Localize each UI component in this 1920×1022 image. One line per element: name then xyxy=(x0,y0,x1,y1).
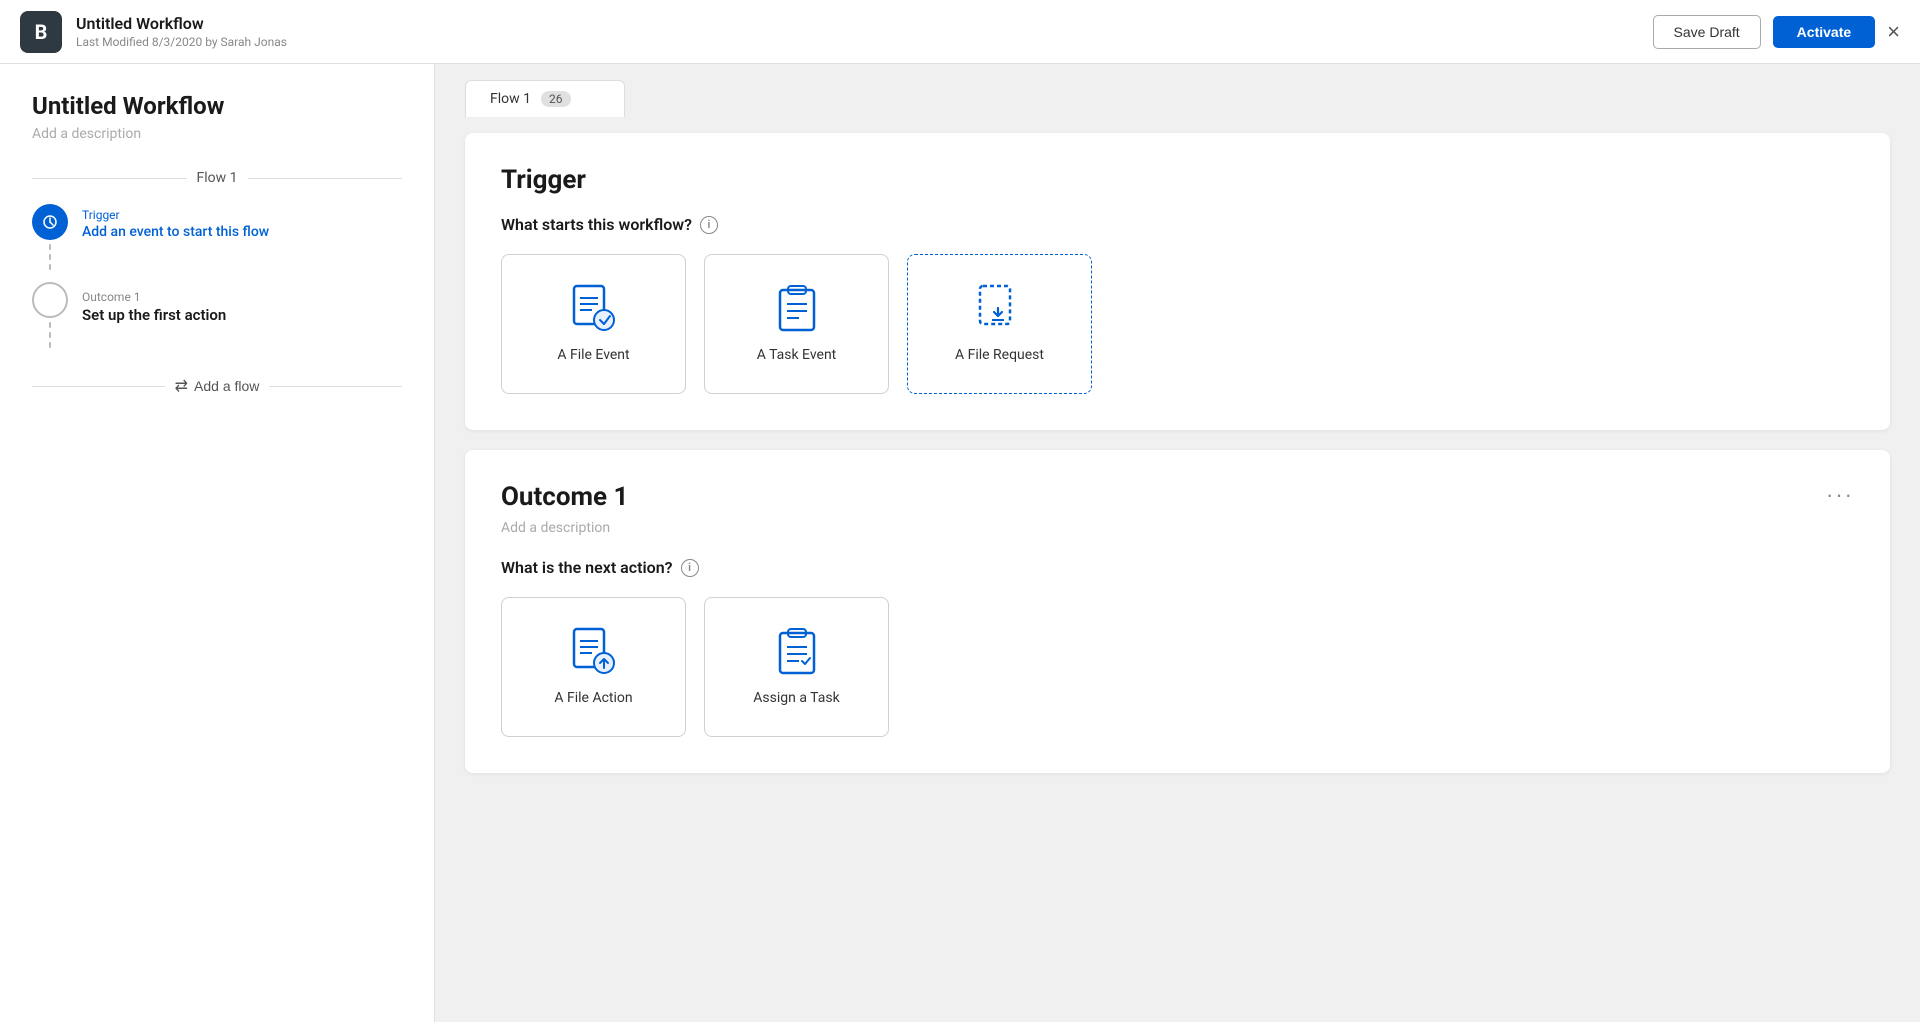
file-request-option[interactable]: A File Request xyxy=(907,254,1092,394)
file-action-label: A File Action xyxy=(554,690,632,706)
outcome-info-icon[interactable]: i xyxy=(681,559,699,577)
trigger-options: A File Event xyxy=(501,254,1854,394)
main-body: Untitled Workflow Add a description Flow… xyxy=(0,64,1920,1022)
trigger-dashes xyxy=(49,244,51,270)
file-event-label: A File Event xyxy=(557,347,629,363)
flow-divider: Flow 1 xyxy=(32,170,402,186)
cards-area: Trigger What starts this workflow? i xyxy=(435,133,1920,803)
sidebar-workflow-title: Untitled Workflow xyxy=(32,92,402,120)
task-event-icon xyxy=(772,285,822,335)
tab-bar: Flow 1 26 xyxy=(435,64,1920,117)
task-event-option[interactable]: A Task Event xyxy=(704,254,889,394)
file-request-icon xyxy=(975,285,1025,335)
trigger-action-text[interactable]: Add an event to start this flow xyxy=(82,224,269,240)
flow-items: Trigger Add an event to start this flow … xyxy=(32,204,402,352)
assign-task-label: Assign a Task xyxy=(753,690,839,706)
outcome-item: Outcome 1 Set up the first action xyxy=(32,282,402,352)
tab-badge: 26 xyxy=(541,91,571,107)
add-flow-row: ⇄ Add a flow xyxy=(32,376,402,396)
task-event-label: A Task Event xyxy=(757,347,837,363)
add-flow-line-right xyxy=(269,386,402,387)
trigger-circle xyxy=(32,204,68,240)
file-request-label: A File Request xyxy=(955,347,1044,363)
outcome-dashes xyxy=(49,322,51,348)
app-icon: B xyxy=(20,11,62,53)
outcome-label: Outcome 1 xyxy=(82,290,226,304)
flow-divider-line-left xyxy=(32,178,187,179)
add-flow-button[interactable]: ⇄ Add a flow xyxy=(175,376,260,396)
header-left: B Untitled Workflow Last Modified 8/3/20… xyxy=(20,11,287,53)
outcome-card-desc[interactable]: Add a description xyxy=(501,520,1854,536)
outcome-content: Outcome 1 Set up the first action xyxy=(82,282,226,324)
sidebar: Untitled Workflow Add a description Flow… xyxy=(0,64,435,1022)
outcome-circle xyxy=(32,282,68,318)
outcome-action-text[interactable]: Set up the first action xyxy=(82,306,226,324)
outcome-question: What is the next action? i xyxy=(501,558,1854,577)
top-header: B Untitled Workflow Last Modified 8/3/20… xyxy=(0,0,1920,64)
flow-tab[interactable]: Flow 1 26 xyxy=(465,80,625,117)
trigger-question-text: What starts this workflow? xyxy=(501,215,692,234)
outcome-card: Outcome 1 ··· Add a description What is … xyxy=(465,450,1890,773)
tab-flow-name: Flow 1 xyxy=(490,91,531,107)
activate-button[interactable]: Activate xyxy=(1773,16,1875,48)
trigger-info-icon[interactable]: i xyxy=(700,216,718,234)
outcome-dots-menu[interactable]: ··· xyxy=(1826,482,1854,508)
sidebar-add-description[interactable]: Add a description xyxy=(32,126,402,142)
outcome-question-text: What is the next action? xyxy=(501,558,673,577)
add-flow-label: Add a flow xyxy=(194,378,259,394)
main-content: Flow 1 26 Trigger What starts this workf… xyxy=(435,64,1920,1022)
trigger-indicator-col xyxy=(32,204,68,274)
trigger-label: Trigger xyxy=(82,208,269,222)
save-draft-button[interactable]: Save Draft xyxy=(1653,15,1761,49)
trigger-item: Trigger Add an event to start this flow xyxy=(32,204,402,274)
assign-task-icon xyxy=(772,628,822,678)
outcome-options: A File Action xyxy=(501,597,1854,737)
outcome-card-header: Outcome 1 ··· xyxy=(501,482,1854,512)
trigger-question: What starts this workflow? i xyxy=(501,215,1854,234)
trigger-card: Trigger What starts this workflow? i xyxy=(465,133,1890,430)
file-event-icon xyxy=(569,285,619,335)
trigger-card-title: Trigger xyxy=(501,165,1854,195)
add-flow-line-left xyxy=(32,386,165,387)
close-button[interactable]: × xyxy=(1887,21,1900,43)
header-title-block: Untitled Workflow Last Modified 8/3/2020… xyxy=(76,14,287,49)
trigger-content: Trigger Add an event to start this flow xyxy=(82,204,269,240)
outcome-indicator-col xyxy=(32,282,68,352)
header-right: Save Draft Activate × xyxy=(1653,15,1900,49)
header-title: Untitled Workflow xyxy=(76,14,287,33)
assign-task-option[interactable]: Assign a Task xyxy=(704,597,889,737)
outcome-card-title: Outcome 1 xyxy=(501,482,628,512)
file-action-icon xyxy=(569,628,619,678)
header-subtitle: Last Modified 8/3/2020 by Sarah Jonas xyxy=(76,35,287,49)
file-action-option[interactable]: A File Action xyxy=(501,597,686,737)
add-flow-icon: ⇄ xyxy=(175,376,188,396)
flow-divider-line-right xyxy=(248,178,403,179)
flow-divider-label: Flow 1 xyxy=(197,170,238,186)
file-event-option[interactable]: A File Event xyxy=(501,254,686,394)
